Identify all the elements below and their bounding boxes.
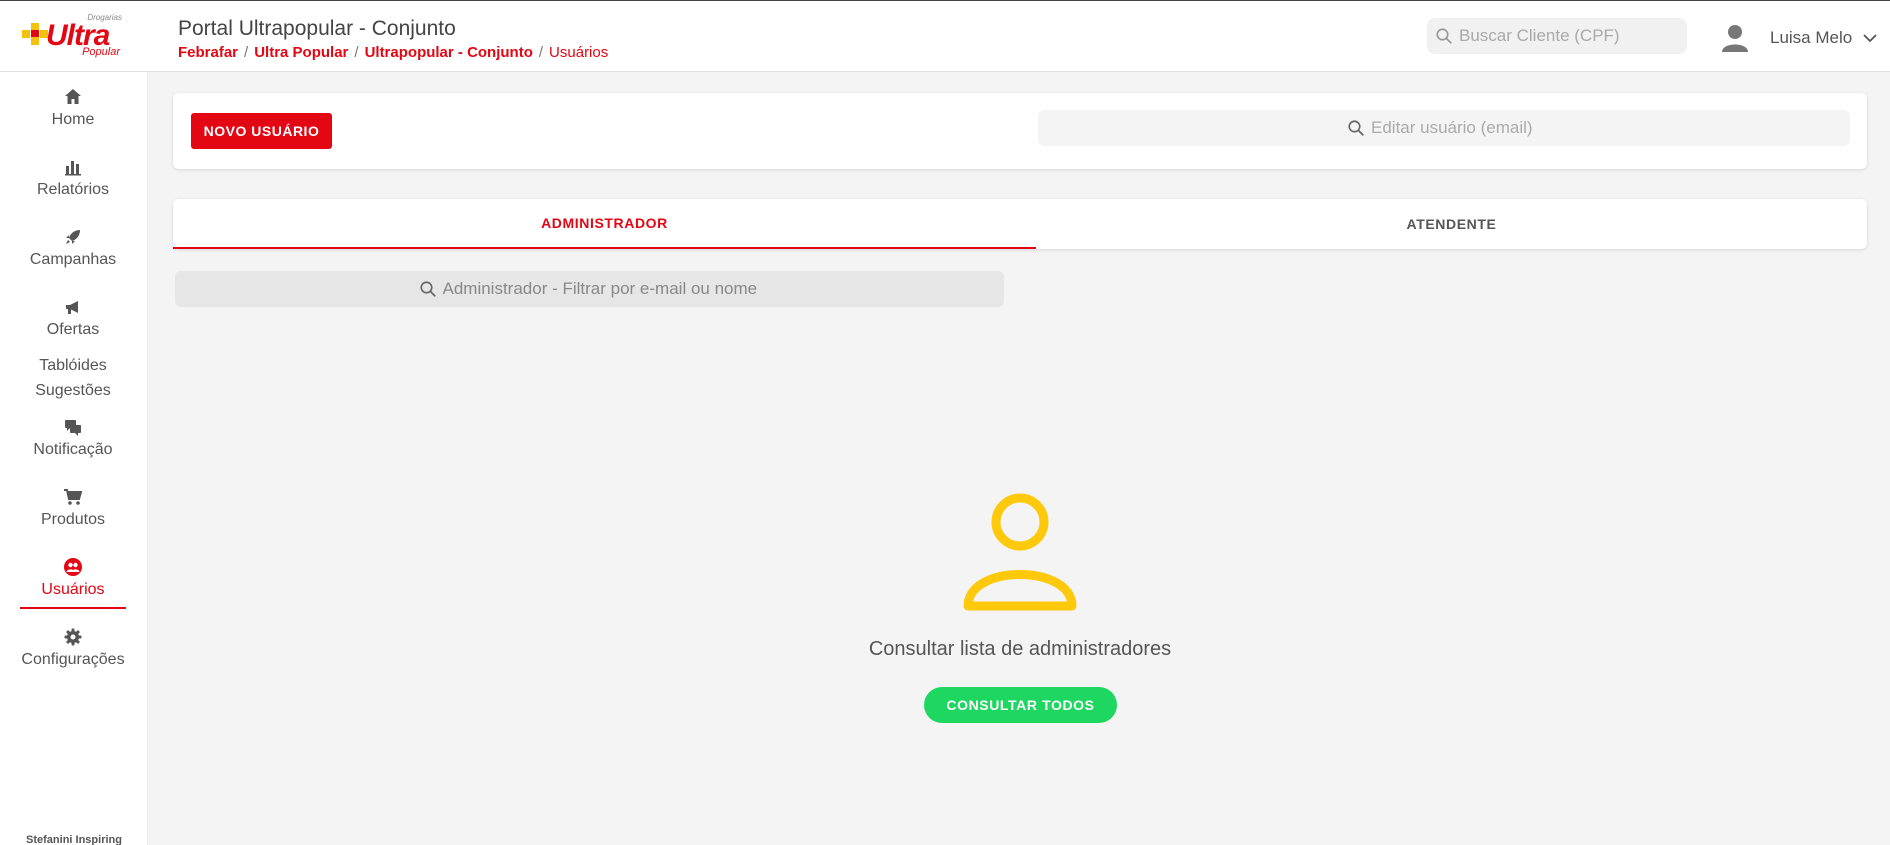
top-bar: Drogarias Ultra Popular Portal Ultrapopu… bbox=[0, 0, 1890, 72]
breadcrumb-item-ultra-popular[interactable]: Ultra Popular bbox=[254, 44, 348, 61]
admin-filter-box[interactable] bbox=[175, 271, 1004, 307]
gear-icon bbox=[64, 628, 82, 646]
megaphone-icon bbox=[66, 301, 78, 314]
bar-chart-icon bbox=[65, 161, 81, 176]
breadcrumb-item-conjunto[interactable]: Ultrapopular - Conjunto bbox=[365, 44, 533, 61]
sidebar-item-label: Relatórios bbox=[36, 181, 110, 198]
user-menu[interactable]: Luisa Melo bbox=[1720, 23, 1878, 53]
sidebar-item-home[interactable]: Home bbox=[20, 87, 126, 129]
edit-user-search-box[interactable] bbox=[1038, 110, 1850, 146]
sidebar-item-label: Usuários bbox=[41, 581, 105, 598]
user-type-tabs: ADMINISTRADOR ATENDENTE bbox=[173, 199, 1867, 249]
home-icon bbox=[65, 89, 81, 104]
edit-user-input[interactable] bbox=[1371, 118, 1541, 138]
sidebar-item-relatorios[interactable]: Relatórios bbox=[20, 157, 126, 199]
sidebar: Home Relatórios Campanhas Ofertas Tablói… bbox=[0, 72, 148, 845]
breadcrumb-item-febrafar[interactable]: Febrafar bbox=[178, 44, 238, 61]
tab-atendente[interactable]: ATENDENTE bbox=[1036, 199, 1867, 249]
empty-state-message: Consultar lista de administradores bbox=[868, 638, 1172, 660]
search-icon bbox=[1348, 120, 1364, 136]
sidebar-item-ofertas[interactable]: Ofertas bbox=[20, 297, 126, 339]
sidebar-item-campanhas[interactable]: Campanhas bbox=[20, 227, 126, 269]
sidebar-item-usuarios[interactable]: Usuários bbox=[20, 557, 126, 609]
footer-brand: Stefanini Inspiring bbox=[26, 834, 122, 845]
sidebar-item-configuracoes[interactable]: Configurações bbox=[20, 627, 126, 669]
avatar-icon bbox=[1722, 25, 1748, 52]
sidebar-item-label: Ofertas bbox=[46, 321, 100, 338]
new-user-button[interactable]: NOVO USUÁRIO bbox=[191, 113, 332, 149]
tab-administrador[interactable]: ADMINISTRADOR bbox=[173, 199, 1036, 249]
user-icon bbox=[963, 493, 1077, 611]
rocket-icon bbox=[66, 230, 80, 244]
sidebar-item-label: Campanhas bbox=[29, 251, 117, 268]
sidebar-item-label: Produtos bbox=[40, 511, 106, 528]
breadcrumb-separator: / bbox=[538, 44, 544, 61]
sidebar-item-notificacao[interactable]: Notificação bbox=[20, 417, 126, 459]
logo-mark-icon bbox=[22, 23, 48, 45]
search-icon bbox=[1436, 28, 1452, 44]
sidebar-item-label: Notificação bbox=[33, 441, 113, 458]
cart-icon bbox=[64, 489, 83, 505]
breadcrumb-separator: / bbox=[244, 44, 249, 61]
chevron-down-icon[interactable] bbox=[1862, 30, 1878, 46]
sidebar-item-produtos[interactable]: Produtos bbox=[20, 487, 126, 529]
consult-all-button[interactable]: CONSULTAR TODOS bbox=[924, 687, 1117, 723]
sidebar-item-sugestoes[interactable]: Sugestões bbox=[20, 382, 126, 400]
sidebar-item-label: Tablóides bbox=[39, 357, 107, 374]
brand-logo[interactable]: Drogarias Ultra Popular bbox=[22, 13, 126, 59]
breadcrumb-separator: / bbox=[354, 44, 359, 61]
breadcrumb-item-usuarios: Usuários bbox=[549, 44, 609, 61]
client-search-box[interactable] bbox=[1427, 18, 1687, 54]
sidebar-item-label: Home bbox=[51, 111, 95, 128]
search-icon bbox=[419, 281, 436, 297]
logo-sub-text: Popular bbox=[82, 46, 120, 58]
breadcrumb: Febrafar / Ultra Popular / Ultrapopular … bbox=[178, 44, 608, 61]
chat-icon bbox=[65, 420, 81, 436]
users-icon bbox=[64, 558, 82, 576]
sidebar-item-label: Sugestões bbox=[35, 382, 111, 399]
sidebar-item-tabloides[interactable]: Tablóides bbox=[20, 357, 126, 375]
user-name: Luisa Melo bbox=[1770, 28, 1853, 47]
client-search-input[interactable] bbox=[1459, 26, 1679, 46]
admin-filter-input[interactable] bbox=[442, 279, 761, 299]
page-title: Portal Ultrapopular - Conjunto bbox=[178, 17, 456, 40]
sidebar-item-label: Configurações bbox=[21, 651, 125, 668]
actions-card: NOVO USUÁRIO bbox=[173, 93, 1867, 169]
